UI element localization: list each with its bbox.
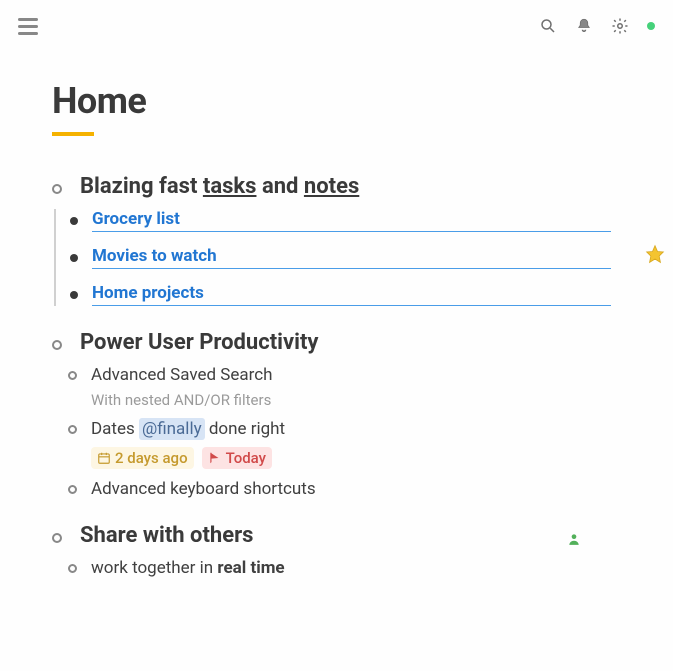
date-chip-today[interactable]: Today [202,447,272,469]
text: done right [209,419,285,439]
mention-chip[interactable]: @finally [139,418,205,440]
section-title: Power User Productivity [80,330,318,355]
menu-icon[interactable] [18,18,38,35]
list-item[interactable]: Movies to watch [56,246,621,269]
text: and [262,174,299,199]
item-label: Advanced keyboard shortcuts [91,479,621,499]
top-bar [0,0,673,40]
status-indicator [647,22,655,30]
link-label[interactable]: Movies to watch [92,246,611,269]
bullet-icon [52,340,62,350]
text-underlined: tasks [203,174,257,199]
section-share: Share with others work together in real … [52,523,621,578]
item-label: Dates @finally done right [91,419,621,439]
bullet-icon [68,564,77,573]
date-chip-past[interactable]: 2 days ago [91,447,194,469]
link-label[interactable]: Home projects [92,283,611,306]
list-item: work together in real time [54,558,621,578]
title-underline [52,132,94,136]
search-icon[interactable] [539,17,557,35]
person-icon[interactable] [567,531,581,545]
bullet-icon [70,291,78,299]
list-item[interactable]: Grocery list [56,209,621,232]
section-power: Power User Productivity Advanced Saved S… [52,330,621,499]
item-note: With nested AND/OR filters [91,391,621,409]
section-title: Share with others [80,523,253,548]
bullet-icon [70,254,78,262]
main-content: Home Blazing fast tasks and notes Grocer… [0,40,673,578]
bullet-icon [70,217,78,225]
list-item[interactable]: Home projects [56,283,621,306]
page-title: Home [52,80,621,122]
bullet-icon [68,485,77,494]
text: work together in [91,558,213,578]
bullet-icon [52,184,62,194]
item-label: work together in real time [91,558,621,578]
text-underlined: notes [304,174,359,199]
gear-icon[interactable] [611,17,629,35]
link-list: Grocery list Movies to watch Home projec… [54,209,621,306]
link-label[interactable]: Grocery list [92,209,611,232]
bell-icon[interactable] [575,17,593,35]
section-fast: Blazing fast tasks and notes Grocery lis… [52,174,621,306]
sub-list: work together in real time [54,558,621,578]
bullet-icon [52,533,62,543]
star-icon[interactable] [645,244,665,269]
chip-label: 2 days ago [115,449,188,467]
bullet-icon [68,371,77,380]
sub-list: Advanced Saved Search With nested AND/OR… [54,365,621,499]
list-item: Dates @finally done right 2 days ago Tod… [54,419,621,469]
bullet-icon [68,425,77,434]
list-item: Advanced Saved Search With nested AND/OR… [54,365,621,409]
section-title: Blazing fast tasks and notes [80,174,359,199]
text: Dates [91,419,135,439]
topbar-actions [539,17,655,35]
text-bold: real time [217,558,284,578]
item-label: Advanced Saved Search [91,365,621,385]
list-item: Advanced keyboard shortcuts [54,479,621,499]
chip-label: Today [226,449,266,467]
text: Blazing fast [80,174,197,199]
